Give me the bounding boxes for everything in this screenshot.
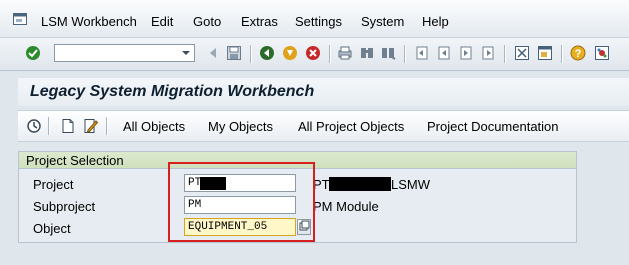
system-menu-icon[interactable]: [13, 13, 27, 25]
subproject-description: PM Module: [313, 199, 379, 214]
history-back-icon[interactable]: [205, 45, 221, 61]
menu-goto[interactable]: Goto: [193, 14, 221, 29]
menu-help[interactable]: Help: [422, 14, 449, 29]
next-page-icon[interactable]: [458, 45, 474, 61]
previous-page-icon[interactable]: [436, 45, 452, 61]
standard-toolbar: ?: [0, 37, 629, 71]
find-next-icon[interactable]: [380, 45, 396, 61]
help-icon[interactable]: ?: [570, 45, 586, 61]
change-icon[interactable]: [82, 118, 98, 134]
command-field[interactable]: [54, 44, 195, 62]
customize-layout-icon[interactable]: [594, 45, 610, 61]
enter-icon[interactable]: [25, 45, 41, 61]
first-page-icon[interactable]: [414, 45, 430, 61]
annotation-highlight-box: [168, 162, 315, 242]
subproject-label: Subproject: [33, 199, 96, 214]
object-label: Object: [33, 221, 71, 236]
print-icon[interactable]: [337, 45, 353, 61]
application-toolbar: All Objects My Objects All Project Objec…: [18, 110, 629, 142]
new-session-icon[interactable]: [514, 45, 530, 61]
back-icon[interactable]: [259, 45, 275, 61]
last-page-icon[interactable]: [480, 45, 496, 61]
menu-system[interactable]: System: [361, 14, 404, 29]
menu-bar: LSM Workbench Edit Goto Extras Settings …: [0, 0, 629, 37]
page-title: Legacy System Migration Workbench: [30, 83, 315, 100]
project-description-suffix: LSMW: [391, 177, 430, 192]
execute-icon[interactable]: [26, 118, 42, 134]
redaction-project-description: [329, 177, 391, 191]
save-icon[interactable]: [226, 45, 242, 61]
menu-edit[interactable]: Edit: [151, 14, 173, 29]
menu-extras[interactable]: Extras: [241, 14, 278, 29]
menu-settings[interactable]: Settings: [295, 14, 342, 29]
all-project-objects-button[interactable]: All Project Objects: [298, 119, 404, 134]
exit-icon[interactable]: [282, 45, 298, 61]
chevron-down-icon[interactable]: [178, 45, 194, 61]
project-description-prefix: PT: [313, 177, 330, 192]
find-icon[interactable]: [359, 45, 375, 61]
group-title-label: Project Selection: [26, 153, 124, 168]
create-icon[interactable]: [60, 118, 76, 134]
title-bar: Legacy System Migration Workbench: [18, 78, 629, 106]
project-label: Project: [33, 177, 74, 192]
shortcut-icon[interactable]: [537, 45, 553, 61]
my-objects-button[interactable]: My Objects: [208, 119, 273, 134]
svg-text:?: ?: [575, 48, 582, 60]
menu-lsm-workbench[interactable]: LSM Workbench: [41, 14, 137, 29]
project-documentation-button[interactable]: Project Documentation: [427, 119, 559, 134]
all-objects-button[interactable]: All Objects: [123, 119, 185, 134]
cancel-icon[interactable]: [305, 45, 321, 61]
